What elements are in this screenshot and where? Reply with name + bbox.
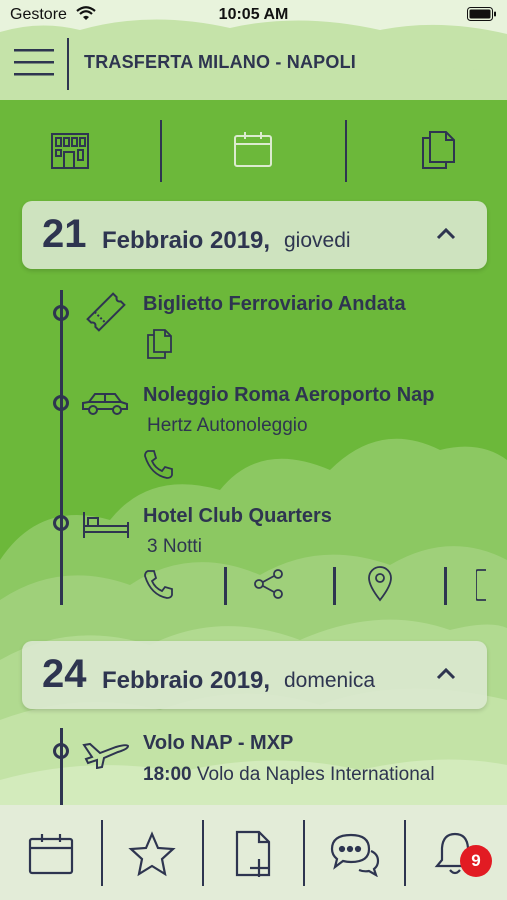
documents-icon[interactable] — [145, 328, 175, 360]
action-separator — [333, 567, 336, 605]
tab-separator — [345, 120, 347, 182]
menu-icon[interactable] — [14, 46, 54, 78]
flight-description: Volo da Naples International — [196, 764, 435, 785]
add-document-button[interactable] — [227, 827, 281, 881]
calendar-button[interactable] — [24, 827, 78, 881]
view-tabs — [0, 110, 507, 190]
clock: 10:05 AM — [218, 6, 289, 23]
chat-button[interactable] — [328, 827, 382, 881]
header-divider — [67, 38, 69, 90]
chevron-up-icon[interactable] — [435, 663, 457, 685]
documents-icon — [422, 131, 455, 169]
favorites-button[interactable] — [125, 827, 179, 881]
ticket-icon — [86, 292, 126, 332]
calendar-icon — [28, 834, 74, 875]
day-month: Febbraio 2019, — [102, 667, 271, 694]
add-document-icon — [235, 830, 271, 877]
car-icon — [82, 393, 128, 415]
day-weekday: domenica — [284, 669, 376, 692]
bottom-toolbar — [0, 805, 507, 900]
item-title[interactable]: Hotel Club Quarters — [143, 505, 332, 528]
battery-icon — [467, 6, 497, 27]
notification-badge: 9 — [460, 845, 492, 877]
toolbar-separator — [303, 820, 305, 886]
flight-time: 18:00 — [143, 764, 192, 785]
timeline-line — [60, 290, 63, 605]
toolbar-separator — [101, 820, 103, 886]
tab-documents[interactable] — [408, 120, 468, 180]
day-header[interactable]: 24 Febbraio 2019, domenica — [22, 641, 487, 709]
status-bar: Gestore 10:05 AM — [0, 0, 507, 32]
toolbar-separator — [404, 820, 406, 886]
item-title[interactable]: Volo NAP - MXP — [143, 732, 293, 755]
tab-separator — [160, 120, 162, 182]
action-separator — [444, 567, 447, 605]
page-title: TRASFERTA MILANO - NAPOLI — [84, 52, 356, 72]
share-icon[interactable] — [252, 568, 286, 600]
day-month: Febbraio 2019, — [102, 227, 271, 254]
action-separator — [224, 567, 227, 605]
building-icon — [51, 133, 89, 169]
item-subtitle: 18:00 Volo da Naples International — [143, 764, 435, 786]
item-subtitle: 3 Notti — [147, 536, 202, 557]
item-title[interactable]: Noleggio Roma Aeroporto Nap — [143, 384, 434, 407]
bed-icon — [83, 512, 129, 538]
phone-icon[interactable] — [143, 568, 175, 600]
day-number: 21 — [42, 212, 87, 256]
timeline-dot — [53, 515, 69, 531]
tab-calendar[interactable] — [223, 120, 283, 180]
tab-services[interactable] — [40, 120, 100, 180]
timeline-dot — [53, 395, 69, 411]
timeline-dot — [53, 305, 69, 321]
star-icon — [128, 831, 176, 877]
toolbar-separator — [202, 820, 204, 886]
chevron-up-icon[interactable] — [435, 223, 457, 245]
more-icon[interactable] — [476, 568, 507, 602]
airplane-icon — [82, 742, 130, 769]
day-number: 24 — [42, 652, 87, 696]
day-header[interactable]: 21 Febbraio 2019, giovedi — [22, 201, 487, 269]
item-subtitle: Hertz Autonoleggio — [147, 415, 308, 436]
location-pin-icon[interactable] — [367, 566, 393, 602]
calendar-icon — [234, 132, 272, 167]
timeline-dot — [53, 743, 69, 759]
app-header: TRASFERTA MILANO - NAPOLI — [0, 32, 507, 94]
item-title[interactable]: Biglietto Ferroviario Andata — [143, 293, 406, 316]
chat-icon — [330, 833, 380, 877]
phone-icon[interactable] — [143, 448, 175, 480]
timeline-line — [60, 728, 63, 805]
day-weekday: giovedi — [284, 229, 351, 252]
